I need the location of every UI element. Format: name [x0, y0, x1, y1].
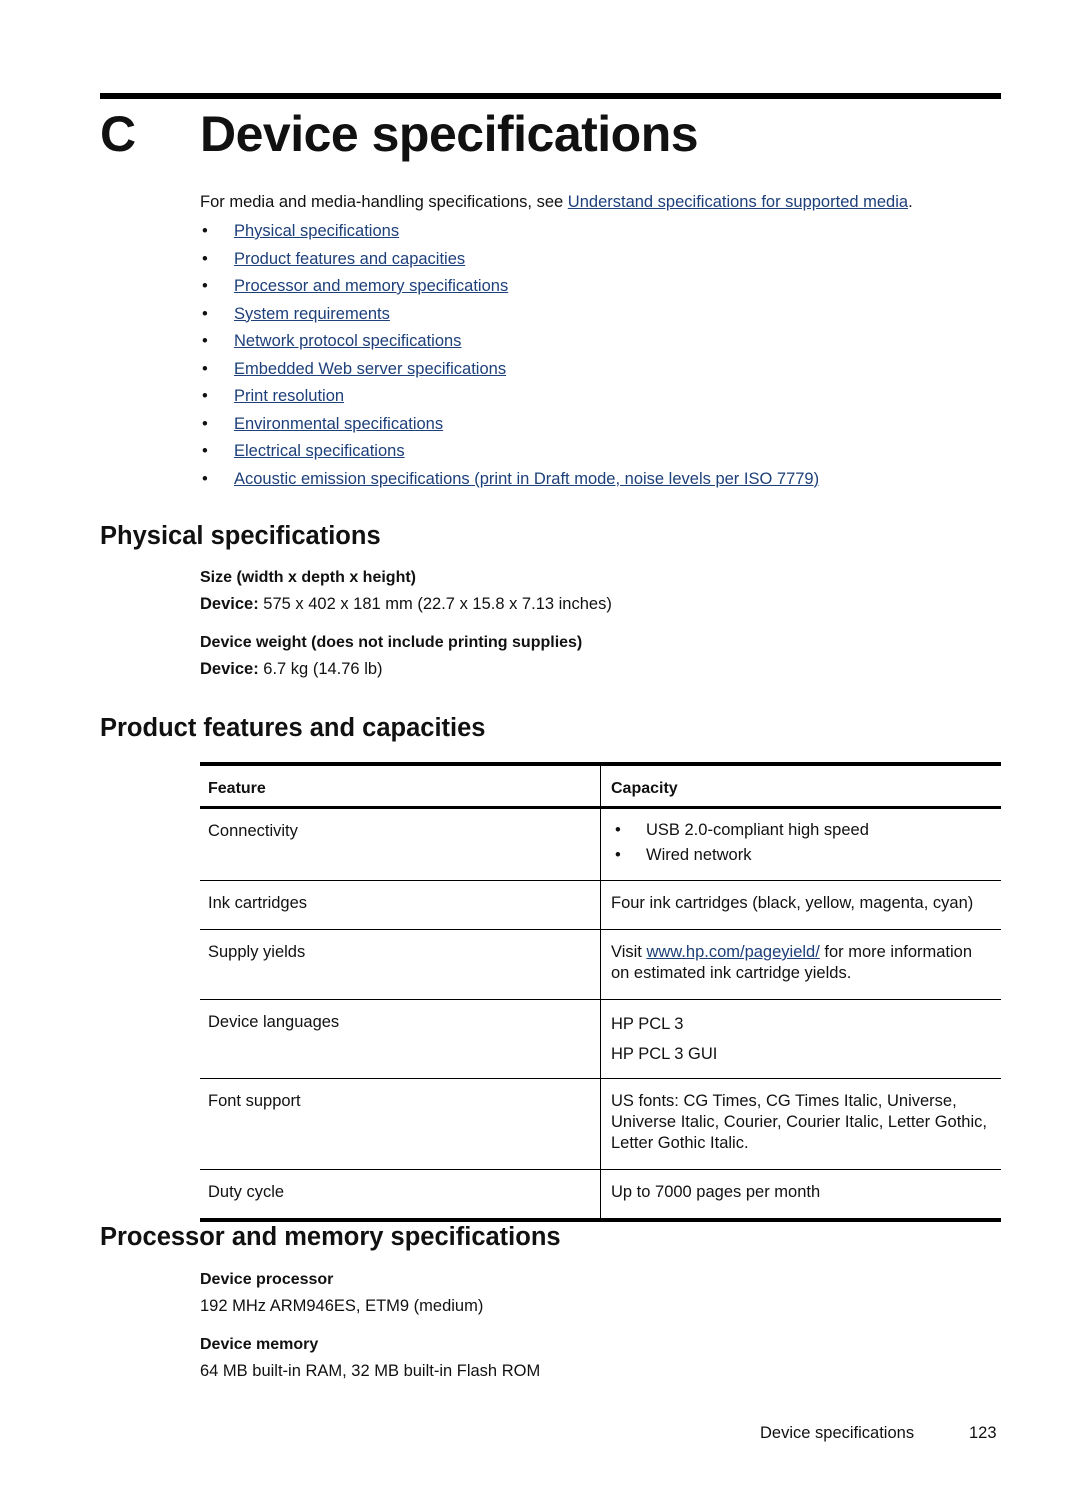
chapter-title: C Device specifications	[100, 103, 699, 165]
capacity-cell: Visit www.hp.com/pageyield/ for more inf…	[601, 930, 1002, 1000]
toc-link-product-features[interactable]: Product features and capacities	[234, 246, 465, 274]
weight-text: 6.7 kg (14.76 lb)	[258, 660, 383, 678]
toc-item: • Print resolution	[200, 383, 819, 411]
chapter-title-text: Device specifications	[200, 106, 699, 162]
column-header-capacity: Capacity	[611, 780, 678, 797]
toc-item: • Electrical specifications	[200, 438, 819, 466]
toc-link-acoustic-emission[interactable]: Acoustic emission specifications (print …	[234, 466, 819, 494]
toc-link-network-protocol[interactable]: Network protocol specifications	[234, 328, 461, 356]
product-features-heading: Product features and capacities	[100, 714, 486, 742]
bullet-icon: •	[202, 249, 208, 268]
capacity-cell: Four ink cartridges (black, yellow, mage…	[611, 894, 974, 912]
table-row: Ink cartridges Four ink cartridges (blac…	[200, 880, 1001, 930]
table-row: Supply yields Visit www.hp.com/pageyield…	[200, 929, 1002, 1000]
bullet-icon: •	[615, 846, 621, 864]
list-item-text: Wired network	[646, 846, 752, 864]
weight-label: Device:	[200, 660, 259, 678]
bullet-icon: •	[202, 387, 208, 405]
list-item: • USB 2.0-compliant high speed	[611, 818, 993, 843]
chapter-top-rule	[100, 93, 1001, 99]
toc-link-system-requirements[interactable]: System requirements	[234, 301, 390, 329]
toc-link-electrical[interactable]: Electrical specifications	[234, 438, 405, 466]
capacity-cell: • USB 2.0-compliant high speed • Wired net…	[601, 808, 1002, 881]
bullet-icon: •	[202, 359, 208, 378]
size-text: 575 x 402 x 181 mm (22.7 x 15.8 x 7.13 i…	[258, 595, 612, 613]
table-row: Duty cycle Up to 7000 pages per month	[200, 1169, 1001, 1220]
footer-section-title: Device specifications	[760, 1424, 915, 1442]
bullet-icon: •	[202, 332, 208, 350]
bullet-icon: •	[202, 277, 208, 295]
feature-cell: Ink cartridges	[200, 880, 601, 930]
toc-item: • Physical specifications	[200, 218, 819, 246]
toc-item: • System requirements	[200, 301, 819, 329]
list-item-text: USB 2.0-compliant high speed	[646, 821, 869, 839]
connectivity-list: • USB 2.0-compliant high speed • Wired net…	[611, 818, 993, 868]
toc-link-physical[interactable]: Physical specifications	[234, 218, 399, 246]
processor-memory-heading: Processor and memory specifications	[100, 1223, 561, 1251]
supported-media-link[interactable]: Understand specifications for supported …	[568, 193, 908, 211]
processor-value: 192 MHz ARM946ES, ETM9 (medium)	[200, 1297, 484, 1315]
bullet-icon: •	[202, 222, 208, 240]
table-row: Connectivity • USB 2.0-compliant high spe…	[200, 807, 1002, 881]
size-value: Device: 575 x 402 x 181 mm (22.7 x 15.8 …	[200, 593, 612, 615]
toc-item: • Processor and memory specifications	[200, 273, 819, 301]
capacity-cell: US fonts: CG Times, CG Times Italic, Uni…	[611, 1092, 987, 1152]
intro-paragraph: For media and media-handling specificati…	[200, 191, 913, 213]
yields-text-before: Visit	[611, 943, 647, 961]
intro-text: For media and media-handling specificati…	[200, 193, 568, 211]
feature-cell: Font support	[200, 1078, 601, 1170]
toc-list: • Physical specifications • Product featur…	[200, 218, 819, 493]
features-table: Feature Capacity Connectivity • USB 2.0-c…	[200, 762, 1001, 1222]
table-row: Device languages HP PCL 3 HP PCL 3 GUI	[200, 999, 1002, 1079]
toc-item: • Environmental specifications	[200, 411, 819, 439]
weight-value: Device: 6.7 kg (14.76 lb)	[200, 658, 383, 680]
feature-cell: Device languages	[200, 999, 601, 1079]
list-item: • Wired network	[611, 843, 993, 868]
physical-specifications-heading: Physical specifications	[100, 522, 381, 550]
toc-item: • Embedded Web server specifications	[200, 356, 819, 384]
bullet-icon: •	[202, 442, 208, 460]
toc-item: • Product features and capacities	[200, 246, 819, 274]
feature-cell: Duty cycle	[200, 1169, 601, 1220]
footer-page-number: 123	[969, 1424, 997, 1442]
toc-link-embedded-web-server[interactable]: Embedded Web server specifications	[234, 356, 506, 384]
weight-heading: Device weight (does not include printing…	[200, 634, 583, 651]
table-header-row: Feature Capacity	[200, 764, 1001, 808]
chapter-letter: C	[100, 106, 136, 162]
memory-heading: Device memory	[200, 1336, 319, 1353]
toc-link-print-resolution[interactable]: Print resolution	[234, 383, 344, 411]
toc-item: • Network protocol specifications	[200, 328, 819, 356]
capacity-cell: Up to 7000 pages per month	[611, 1183, 821, 1201]
bullet-icon: •	[202, 469, 208, 488]
bullet-icon: •	[202, 304, 208, 323]
table-row: Font support US fonts: CG Times, CG Time…	[200, 1078, 1001, 1170]
feature-cell: Supply yields	[200, 929, 601, 1000]
language-line: HP PCL 3	[611, 1015, 684, 1033]
feature-cell: Connectivity	[200, 807, 601, 881]
size-heading: Size (width x depth x height)	[200, 569, 416, 586]
toc-link-environmental[interactable]: Environmental specifications	[234, 411, 443, 439]
toc-item: • Acoustic emission specifications (print…	[200, 466, 819, 494]
capacity-cell: HP PCL 3 HP PCL 3 GUI	[601, 1000, 1002, 1079]
language-line: HP PCL 3 GUI	[611, 1045, 718, 1063]
column-header-feature: Feature	[200, 764, 601, 808]
size-label: Device:	[200, 595, 259, 613]
bullet-icon: •	[615, 821, 621, 839]
memory-value: 64 MB built-in RAM, 32 MB built-in Flash…	[200, 1362, 541, 1380]
processor-heading: Device processor	[200, 1271, 334, 1288]
pageyield-link[interactable]: www.hp.com/pageyield/	[646, 943, 819, 961]
intro-period: .	[908, 193, 913, 211]
toc-link-processor-memory[interactable]: Processor and memory specifications	[234, 273, 508, 301]
bullet-icon: •	[202, 414, 208, 433]
